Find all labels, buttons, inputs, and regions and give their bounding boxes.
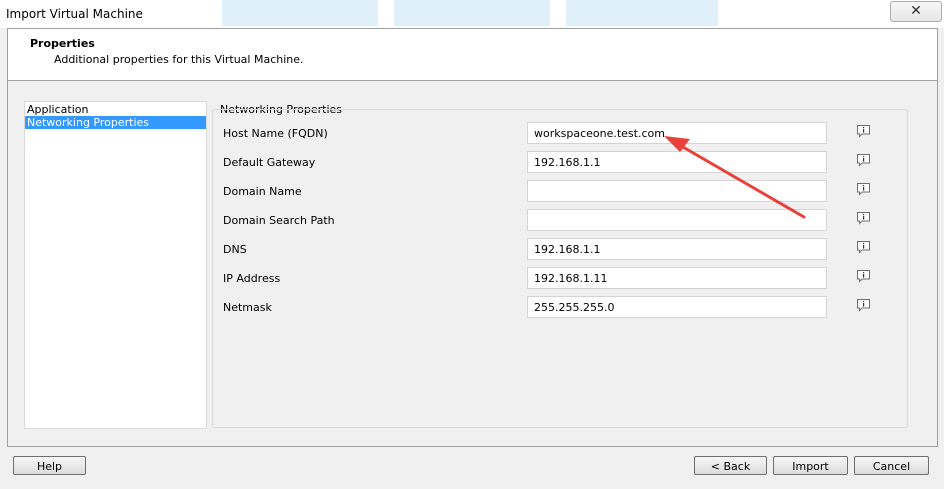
back-button[interactable]: < Back: [694, 456, 767, 475]
ip-address-input[interactable]: [527, 267, 827, 289]
import-button[interactable]: Import: [773, 456, 848, 475]
close-icon: ✕: [910, 3, 922, 19]
domain-name-label: Domain Name: [223, 185, 302, 198]
info-icon[interactable]: [856, 124, 871, 138]
title-bar: Import Virtual Machine ✕: [0, 0, 944, 28]
title-bar-glass: [222, 0, 378, 26]
cancel-button[interactable]: Cancel: [854, 456, 929, 475]
info-icon[interactable]: [856, 269, 871, 283]
category-list[interactable]: Application Networking Properties: [24, 101, 207, 429]
wizard-content: Application Networking Properties Networ…: [7, 81, 938, 446]
domain-search-path-input[interactable]: [527, 209, 827, 231]
footer-divider: [7, 446, 938, 447]
title-bar-glass: [566, 0, 718, 26]
title-bar-glass: [394, 0, 550, 26]
netmask-label: Netmask: [223, 301, 272, 314]
dns-label: DNS: [223, 243, 247, 256]
info-icon[interactable]: [856, 182, 871, 196]
wizard-header: Properties Additional properties for thi…: [7, 28, 938, 81]
category-item-application[interactable]: Application: [25, 103, 206, 116]
category-item-networking-properties[interactable]: Networking Properties: [25, 116, 206, 129]
default-gateway-input[interactable]: [527, 151, 827, 173]
host-name-label: Host Name (FQDN): [223, 127, 328, 140]
info-icon[interactable]: [856, 153, 871, 167]
domain-name-input[interactable]: [527, 180, 827, 202]
domain-search-path-label: Domain Search Path: [223, 214, 335, 227]
default-gateway-label: Default Gateway: [223, 156, 316, 169]
help-button[interactable]: Help: [13, 456, 86, 475]
window-title: Import Virtual Machine: [6, 7, 143, 21]
close-button[interactable]: ✕: [890, 1, 942, 22]
info-icon[interactable]: [856, 298, 871, 312]
dns-input[interactable]: [527, 238, 827, 260]
host-name-input[interactable]: [527, 122, 827, 144]
info-icon[interactable]: [856, 211, 871, 225]
netmask-input[interactable]: [527, 296, 827, 318]
page-subtitle: Additional properties for this Virtual M…: [54, 53, 304, 66]
ip-address-label: IP Address: [223, 272, 281, 285]
page-title: Properties: [30, 37, 95, 50]
info-icon[interactable]: [856, 240, 871, 254]
